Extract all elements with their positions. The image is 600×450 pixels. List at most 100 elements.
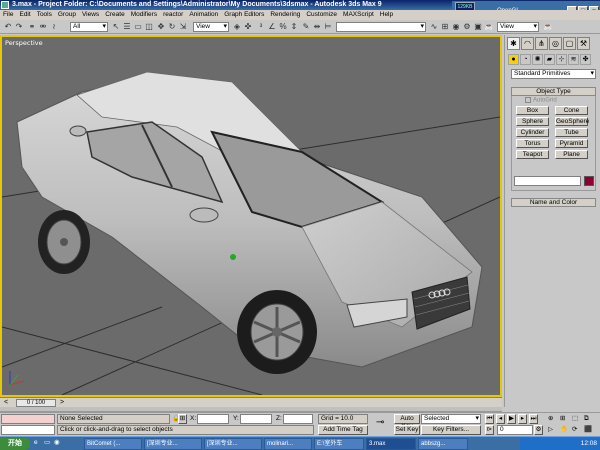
utilities-tab-icon[interactable]: ⚒ bbox=[577, 37, 590, 50]
quicklaunch-media-icon[interactable]: ◉ bbox=[54, 438, 60, 448]
tube-button[interactable]: Tube bbox=[555, 128, 588, 137]
render-setup-icon[interactable]: ⚙ bbox=[462, 22, 472, 32]
absolute-mode-toggle[interactable]: ⊞ bbox=[178, 414, 187, 424]
systems-icon[interactable]: ✤ bbox=[580, 54, 591, 65]
quicklaunch-desktop-icon[interactable]: ▭ bbox=[44, 438, 50, 448]
zoom-icon[interactable]: ⊕ bbox=[548, 414, 553, 424]
zoom-all-icon[interactable]: ⊞ bbox=[560, 414, 565, 424]
cameras-icon[interactable]: ▰ bbox=[544, 54, 555, 65]
goto-start-icon[interactable]: ⏮ bbox=[485, 414, 494, 424]
select-rotate-icon[interactable]: ↻ bbox=[167, 22, 177, 32]
task-3dsmax[interactable]: 3.max bbox=[366, 438, 416, 450]
set-key-icon[interactable]: ⊸ bbox=[376, 418, 384, 428]
geometry-icon[interactable]: ● bbox=[508, 54, 519, 65]
torus-button[interactable]: Torus bbox=[516, 139, 549, 148]
task-abbszg[interactable]: abbszg... bbox=[418, 438, 468, 450]
time-slider-thumb[interactable]: 0 / 100 bbox=[16, 399, 56, 407]
edit-named-sel-icon[interactable]: ✎ bbox=[301, 22, 311, 32]
spacewarps-icon[interactable]: ≋ bbox=[568, 54, 579, 65]
perspective-viewport[interactable]: Perspective bbox=[0, 35, 502, 397]
select-by-name-icon[interactable]: ☰ bbox=[122, 22, 132, 32]
cone-button[interactable]: Cone bbox=[555, 106, 588, 115]
snap-3-icon[interactable]: ³ bbox=[256, 22, 266, 32]
curve-editor-icon[interactable]: ∿ bbox=[429, 22, 439, 32]
shapes-icon[interactable]: ◔ bbox=[520, 54, 531, 65]
named-selection-set-field[interactable] bbox=[336, 22, 426, 32]
prev-frame-icon[interactable]: ◂ bbox=[496, 414, 505, 424]
rect-selection-icon[interactable]: ▭ bbox=[133, 22, 143, 32]
maxscript-listener-field[interactable] bbox=[1, 414, 55, 424]
goto-end-icon[interactable]: ⏭ bbox=[529, 414, 538, 424]
schematic-view-icon[interactable]: ⊞ bbox=[440, 22, 450, 32]
motion-tab-icon[interactable]: ◎ bbox=[549, 37, 562, 50]
name-color-rollout[interactable]: Name and Color bbox=[511, 198, 596, 207]
task-forum-1[interactable]: [深圳专业... bbox=[144, 438, 202, 450]
menu-views[interactable]: Views bbox=[82, 10, 99, 20]
teapot-render-icon[interactable]: ☕ bbox=[543, 22, 553, 32]
task-bitcomet[interactable]: BitComet (... bbox=[84, 438, 142, 450]
object-name-field[interactable] bbox=[514, 176, 581, 186]
link-icon[interactable]: ⚭ bbox=[27, 22, 37, 32]
bind-spacewarp-icon[interactable]: ≀ bbox=[49, 22, 59, 32]
menu-edit[interactable]: Edit bbox=[19, 10, 30, 20]
key-mode-dropdown[interactable]: Selected bbox=[421, 414, 481, 424]
set-key-button[interactable]: Set Key bbox=[394, 425, 420, 435]
teapot-button[interactable]: Teapot bbox=[516, 150, 549, 159]
modify-tab-icon[interactable]: ◠ bbox=[521, 37, 534, 50]
selection-filter-dropdown[interactable]: All bbox=[70, 22, 108, 32]
current-frame-field[interactable]: 0 bbox=[497, 425, 533, 435]
auto-key-button[interactable]: Auto Key bbox=[394, 414, 420, 430]
y-coord-field[interactable] bbox=[240, 414, 272, 424]
plane-button[interactable]: Plane bbox=[555, 150, 588, 159]
sphere-button[interactable]: Sphere bbox=[516, 117, 549, 126]
material-editor-icon[interactable]: ◉ bbox=[451, 22, 461, 32]
object-color-swatch[interactable] bbox=[584, 176, 594, 186]
spinner-snap-icon[interactable]: ⇕ bbox=[289, 22, 299, 32]
hierarchy-tab-icon[interactable]: ⋔ bbox=[535, 37, 548, 50]
menu-rendering[interactable]: Rendering bbox=[270, 10, 300, 20]
manipulate-icon[interactable]: ✜ bbox=[243, 22, 253, 32]
autogrid-checkbox[interactable]: AutoGrid bbox=[525, 97, 557, 104]
zoom-extents-all-icon[interactable]: ⧉ bbox=[584, 414, 589, 424]
menu-reactor[interactable]: reactor bbox=[163, 10, 183, 20]
object-type-rollout[interactable]: Object Type bbox=[511, 87, 596, 96]
menu-help[interactable]: Help bbox=[380, 10, 393, 20]
box-button[interactable]: Box bbox=[516, 106, 549, 115]
task-explorer-car[interactable]: E:\室外车 bbox=[314, 438, 364, 450]
time-config-icon[interactable]: ⚙ bbox=[534, 425, 543, 435]
maximize-viewport-icon[interactable]: ⬛ bbox=[584, 425, 592, 435]
redo-icon[interactable]: ↷ bbox=[14, 22, 24, 32]
window-crossing-icon[interactable]: ◫ bbox=[144, 22, 154, 32]
pan-icon[interactable]: ✋ bbox=[560, 425, 568, 435]
select-move-icon[interactable]: ✥ bbox=[156, 22, 166, 32]
key-filters-button[interactable]: Key Filters... bbox=[421, 425, 481, 435]
angle-snap-icon[interactable]: ∠ bbox=[267, 22, 277, 32]
pivot-center-icon[interactable]: ◈ bbox=[232, 22, 242, 32]
time-slider[interactable]: < 0 / 100 > bbox=[0, 397, 502, 407]
pyramid-button[interactable]: Pyramid bbox=[555, 139, 588, 148]
mirror-icon[interactable]: ⇹ bbox=[312, 22, 322, 32]
lights-icon[interactable]: ✺ bbox=[532, 54, 543, 65]
viewport-type-dropdown[interactable]: View bbox=[497, 22, 539, 32]
select-scale-icon[interactable]: ⇲ bbox=[178, 22, 188, 32]
menu-animation[interactable]: Animation bbox=[189, 10, 218, 20]
play-icon[interactable]: ▶ bbox=[507, 414, 516, 424]
task-forum-2[interactable]: [深圳专业... bbox=[204, 438, 262, 450]
menu-tools[interactable]: Tools bbox=[37, 10, 52, 20]
menu-customize[interactable]: Customize bbox=[306, 10, 337, 20]
helpers-icon[interactable]: ⊹ bbox=[556, 54, 567, 65]
orbit-icon[interactable]: ⟳ bbox=[572, 425, 577, 435]
menu-maxscript[interactable]: MAXScript bbox=[343, 10, 374, 20]
maxscript-mini-listener[interactable] bbox=[1, 425, 55, 435]
geosphere-button[interactable]: GeoSphere bbox=[555, 117, 589, 126]
quicklaunch-ie-icon[interactable]: e bbox=[34, 438, 38, 448]
primitive-category-dropdown[interactable]: Standard Primitives bbox=[511, 69, 596, 79]
key-mode-toggle-icon[interactable]: ⊳ bbox=[485, 425, 494, 435]
menu-modifiers[interactable]: Modifiers bbox=[131, 10, 157, 20]
next-frame-icon[interactable]: ▸ bbox=[518, 414, 527, 424]
x-coord-field[interactable] bbox=[197, 414, 229, 424]
fov-icon[interactable]: ▷ bbox=[548, 425, 553, 435]
task-molinari[interactable]: molinari... bbox=[264, 438, 312, 450]
quick-render-icon[interactable]: ☕ bbox=[484, 22, 494, 32]
undo-icon[interactable]: ↶ bbox=[3, 22, 13, 32]
